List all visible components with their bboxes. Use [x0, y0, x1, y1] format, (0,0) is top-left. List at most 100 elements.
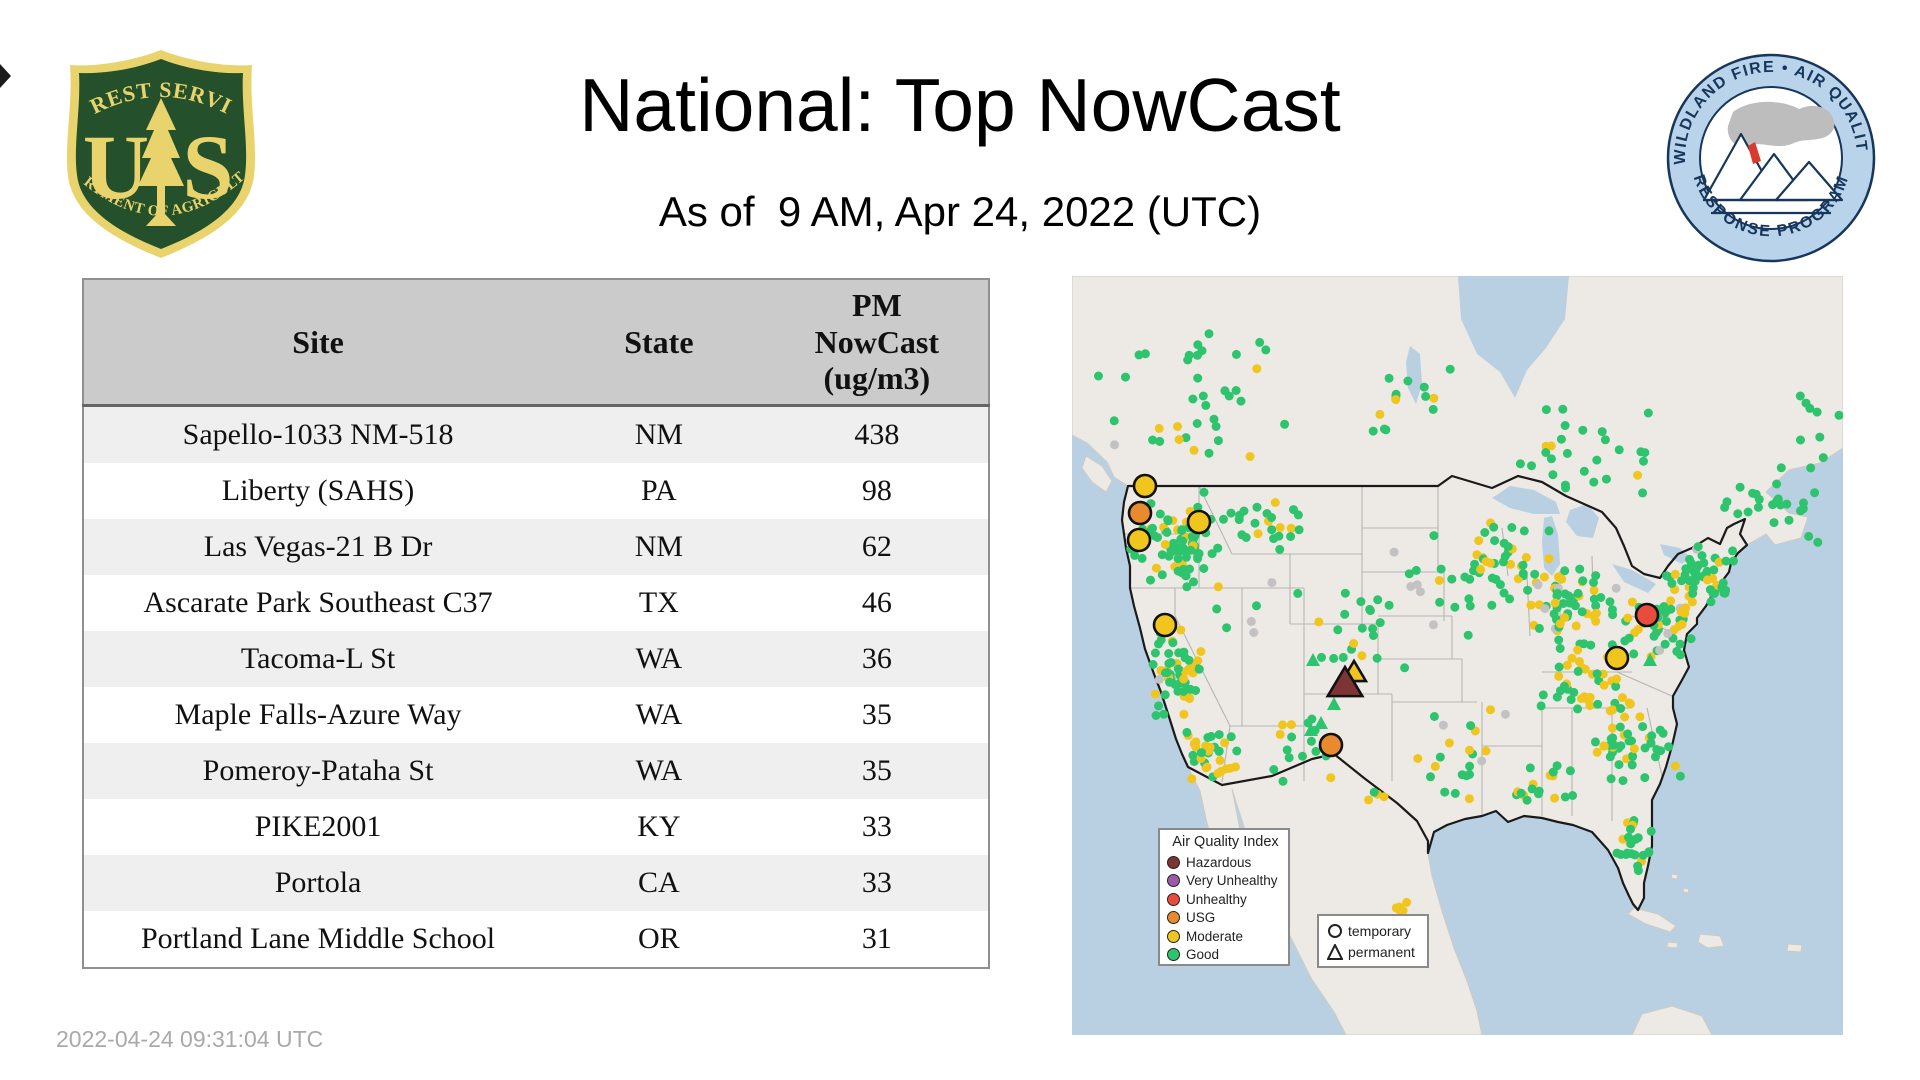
- monitor-dot[interactable]: [1476, 564, 1486, 574]
- monitor-dot[interactable]: [1154, 701, 1163, 711]
- monitor-dot[interactable]: [1519, 526, 1529, 536]
- monitor-dot[interactable]: [1184, 655, 1194, 665]
- monitor-dot[interactable]: [1184, 350, 1194, 360]
- monitor-dot[interactable]: [1810, 488, 1820, 498]
- monitor-dot[interactable]: [1638, 722, 1648, 732]
- top-site-marker[interactable]: [1152, 612, 1178, 638]
- monitor-dot[interactable]: [1198, 391, 1208, 401]
- monitor-dot[interactable]: [1605, 752, 1615, 762]
- monitor-dot[interactable]: [1333, 625, 1343, 635]
- monitor-dot[interactable]: [1246, 616, 1256, 626]
- monitor-dot[interactable]: [1534, 786, 1544, 796]
- monitor-dot[interactable]: [1559, 681, 1569, 691]
- monitor-dot[interactable]: [1499, 588, 1509, 598]
- monitor-dot[interactable]: [1686, 634, 1696, 644]
- monitor-dot[interactable]: [1670, 569, 1680, 579]
- monitor-dot[interactable]: [1578, 576, 1588, 586]
- monitor-dot[interactable]: [1589, 477, 1599, 487]
- monitor-dot[interactable]: [1197, 346, 1207, 356]
- monitor-dot[interactable]: [1462, 771, 1472, 781]
- monitor-dot[interactable]: [1516, 788, 1526, 798]
- monitor-dot[interactable]: [1193, 373, 1203, 383]
- aqi-map[interactable]: Air Quality Index Hazardous Very Unhealth…: [1072, 276, 1843, 1035]
- monitor-dot[interactable]: [1585, 692, 1595, 702]
- monitor-dot[interactable]: [1403, 376, 1413, 386]
- monitor-dot[interactable]: [1364, 795, 1374, 805]
- monitor-dot[interactable]: [1708, 588, 1718, 598]
- monitor-dot[interactable]: [1518, 560, 1528, 570]
- monitor-dot[interactable]: [1605, 706, 1615, 716]
- monitor-dot[interactable]: [1609, 740, 1619, 750]
- monitor-dot[interactable]: [1267, 525, 1277, 535]
- monitor-dot[interactable]: [1215, 755, 1225, 765]
- monitor-dot[interactable]: [1675, 771, 1685, 781]
- monitor-dot[interactable]: [1275, 544, 1285, 554]
- monitor-dot[interactable]: [1173, 664, 1183, 674]
- monitor-dot[interactable]: [1429, 393, 1439, 403]
- monitor-dot[interactable]: [1608, 723, 1617, 733]
- monitor-dot[interactable]: [1526, 600, 1536, 610]
- monitor-dot[interactable]: [1489, 522, 1499, 532]
- monitor-dot[interactable]: [1185, 694, 1194, 704]
- monitor-dot[interactable]: [1728, 546, 1738, 556]
- monitor-dot[interactable]: [1368, 426, 1378, 436]
- top-site-marker[interactable]: [1132, 473, 1158, 499]
- top-site-marker[interactable]: [1318, 732, 1344, 758]
- monitor-dot[interactable]: [1573, 588, 1583, 598]
- monitor-dot[interactable]: [1818, 453, 1828, 463]
- monitor-dot[interactable]: [1568, 791, 1578, 800]
- monitor-dot[interactable]: [1444, 738, 1454, 748]
- monitor-dot[interactable]: [1199, 487, 1209, 497]
- monitor-dot[interactable]: [1415, 587, 1425, 597]
- monitor-dot[interactable]: [1275, 523, 1285, 532]
- monitor-dot[interactable]: [1486, 705, 1495, 715]
- monitor-dot[interactable]: [1379, 792, 1389, 802]
- monitor-dot[interactable]: [1644, 848, 1654, 858]
- monitor-dot[interactable]: [1573, 666, 1583, 676]
- monitor-dot[interactable]: [1630, 850, 1640, 860]
- monitor-dot[interactable]: [1189, 739, 1199, 749]
- monitor-dot[interactable]: [1306, 736, 1316, 746]
- monitor-dot[interactable]: [1340, 609, 1350, 619]
- monitor-dot[interactable]: [1255, 337, 1265, 347]
- monitor-dot[interactable]: [1593, 699, 1603, 709]
- monitor-dot[interactable]: [1162, 668, 1172, 678]
- monitor-dot[interactable]: [1477, 756, 1487, 766]
- monitor-dot[interactable]: [1554, 635, 1564, 645]
- monitor-dot[interactable]: [1400, 663, 1410, 673]
- monitor-dot[interactable]: [1357, 651, 1367, 661]
- monitor-dot[interactable]: [1599, 741, 1609, 751]
- monitor-dot[interactable]: [1150, 648, 1160, 658]
- monitor-dot[interactable]: [1799, 498, 1808, 508]
- monitor-dot[interactable]: [1211, 422, 1221, 431]
- monitor-dot[interactable]: [1596, 593, 1606, 602]
- monitor-dot[interactable]: [1640, 773, 1650, 783]
- monitor-dot[interactable]: [1154, 423, 1164, 433]
- monitor-dot[interactable]: [1173, 566, 1183, 576]
- monitor-dot[interactable]: [1795, 391, 1805, 401]
- monitor-dot[interactable]: [1174, 435, 1184, 445]
- monitor-dot[interactable]: [1249, 628, 1259, 637]
- monitor-dot[interactable]: [1234, 515, 1244, 525]
- monitor-dot[interactable]: [1162, 527, 1172, 537]
- monitor-dot[interactable]: [1796, 435, 1805, 445]
- monitor-dot[interactable]: [1721, 556, 1731, 566]
- monitor-dot[interactable]: [1146, 575, 1155, 585]
- monitor-dot[interactable]: [1805, 403, 1815, 413]
- monitor-dot[interactable]: [1546, 441, 1556, 451]
- monitor-dot[interactable]: [1612, 848, 1622, 858]
- monitor-dot[interactable]: [1518, 569, 1528, 579]
- monitor-dot[interactable]: [1220, 738, 1230, 748]
- monitor-dot[interactable]: [1221, 764, 1231, 774]
- monitor-dot[interactable]: [1349, 639, 1359, 648]
- monitor-dot[interactable]: [1605, 597, 1615, 607]
- monitor-dot[interactable]: [1153, 533, 1162, 542]
- monitor-dot[interactable]: [1784, 515, 1794, 525]
- monitor-dot[interactable]: [1573, 704, 1583, 714]
- monitor-dot[interactable]: [1406, 582, 1416, 591]
- monitor-dot[interactable]: [1447, 574, 1457, 584]
- monitor-dot[interactable]: [1592, 669, 1602, 679]
- monitor-dot[interactable]: [1450, 602, 1460, 612]
- monitor-dot[interactable]: [1293, 588, 1303, 598]
- monitor-dot[interactable]: [1214, 746, 1224, 756]
